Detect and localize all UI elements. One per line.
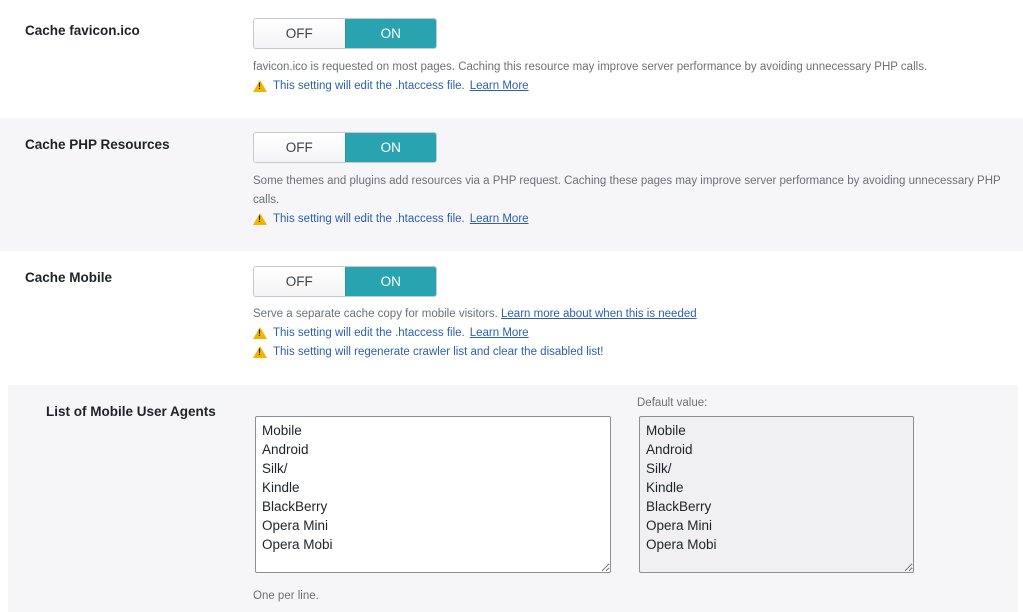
htaccess-warning: This setting will edit the .htaccess fil…: [253, 210, 529, 228]
mobile-user-agents-section: List of Mobile User Agents Default value…: [0, 385, 1023, 612]
description-text: Serve a separate cache copy for mobile v…: [253, 308, 498, 320]
setting-description: favicon.ico is requested on most pages. …: [253, 61, 928, 73]
htaccess-warning: This setting will edit the .htaccess fil…: [253, 324, 529, 342]
default-user-agents-textarea: [639, 416, 914, 573]
crawler-warning: This setting will regenerate crawler lis…: [253, 343, 603, 361]
toggle-on-button[interactable]: ON: [344, 133, 436, 162]
setting-row-cache-favicon: Cache favicon.ico OFF ON favicon.ico is …: [0, 0, 1023, 118]
setting-description: Serve a separate cache copy for mobile v…: [253, 305, 697, 324]
setting-row-cache-php: Cache PHP Resources OFF ON Some themes a…: [0, 118, 1023, 251]
mobile-user-agents-textarea[interactable]: [255, 416, 611, 573]
learn-more-mobile-link[interactable]: Learn more about when this is needed: [501, 308, 697, 320]
toggle-off-button[interactable]: OFF: [254, 133, 345, 162]
setting-label: Cache Mobile: [25, 270, 113, 285]
learn-more-link[interactable]: Learn More: [470, 213, 529, 225]
htaccess-warning: This setting will edit the .htaccess fil…: [253, 77, 529, 95]
warning-triangle-icon: [253, 327, 267, 339]
toggle-off-button[interactable]: OFF: [254, 267, 345, 296]
toggle-on-button[interactable]: ON: [344, 19, 436, 48]
warning-text: This setting will edit the .htaccess fil…: [273, 80, 465, 92]
setting-row-cache-mobile: Cache Mobile OFF ON Serve a separate cac…: [0, 251, 1023, 385]
warning-text: This setting will regenerate crawler lis…: [273, 346, 604, 358]
learn-more-link[interactable]: Learn More: [470, 327, 529, 339]
warning-text: This setting will edit the .htaccess fil…: [273, 213, 465, 225]
toggle-off-button[interactable]: OFF: [254, 19, 345, 48]
one-per-line-hint: One per line.: [253, 590, 319, 602]
toggle-on-button[interactable]: ON: [344, 267, 436, 296]
warning-triangle-icon: [253, 213, 267, 225]
learn-more-link[interactable]: Learn More: [470, 80, 529, 92]
cache-php-toggle[interactable]: OFF ON: [253, 132, 437, 163]
setting-description: Some themes and plugins add resources vi…: [253, 175, 1001, 206]
warning-triangle-icon: [253, 80, 267, 92]
setting-label: Cache PHP Resources: [25, 137, 170, 152]
warning-triangle-icon: [253, 346, 267, 358]
default-value-label: Default value:: [637, 397, 708, 409]
cache-mobile-toggle[interactable]: OFF ON: [253, 266, 437, 297]
setting-label: Cache favicon.ico: [25, 23, 140, 38]
warning-text: This setting will edit the .htaccess fil…: [273, 327, 465, 339]
mobile-user-agents-label: List of Mobile User Agents: [46, 404, 216, 419]
cache-favicon-toggle[interactable]: OFF ON: [253, 18, 437, 49]
